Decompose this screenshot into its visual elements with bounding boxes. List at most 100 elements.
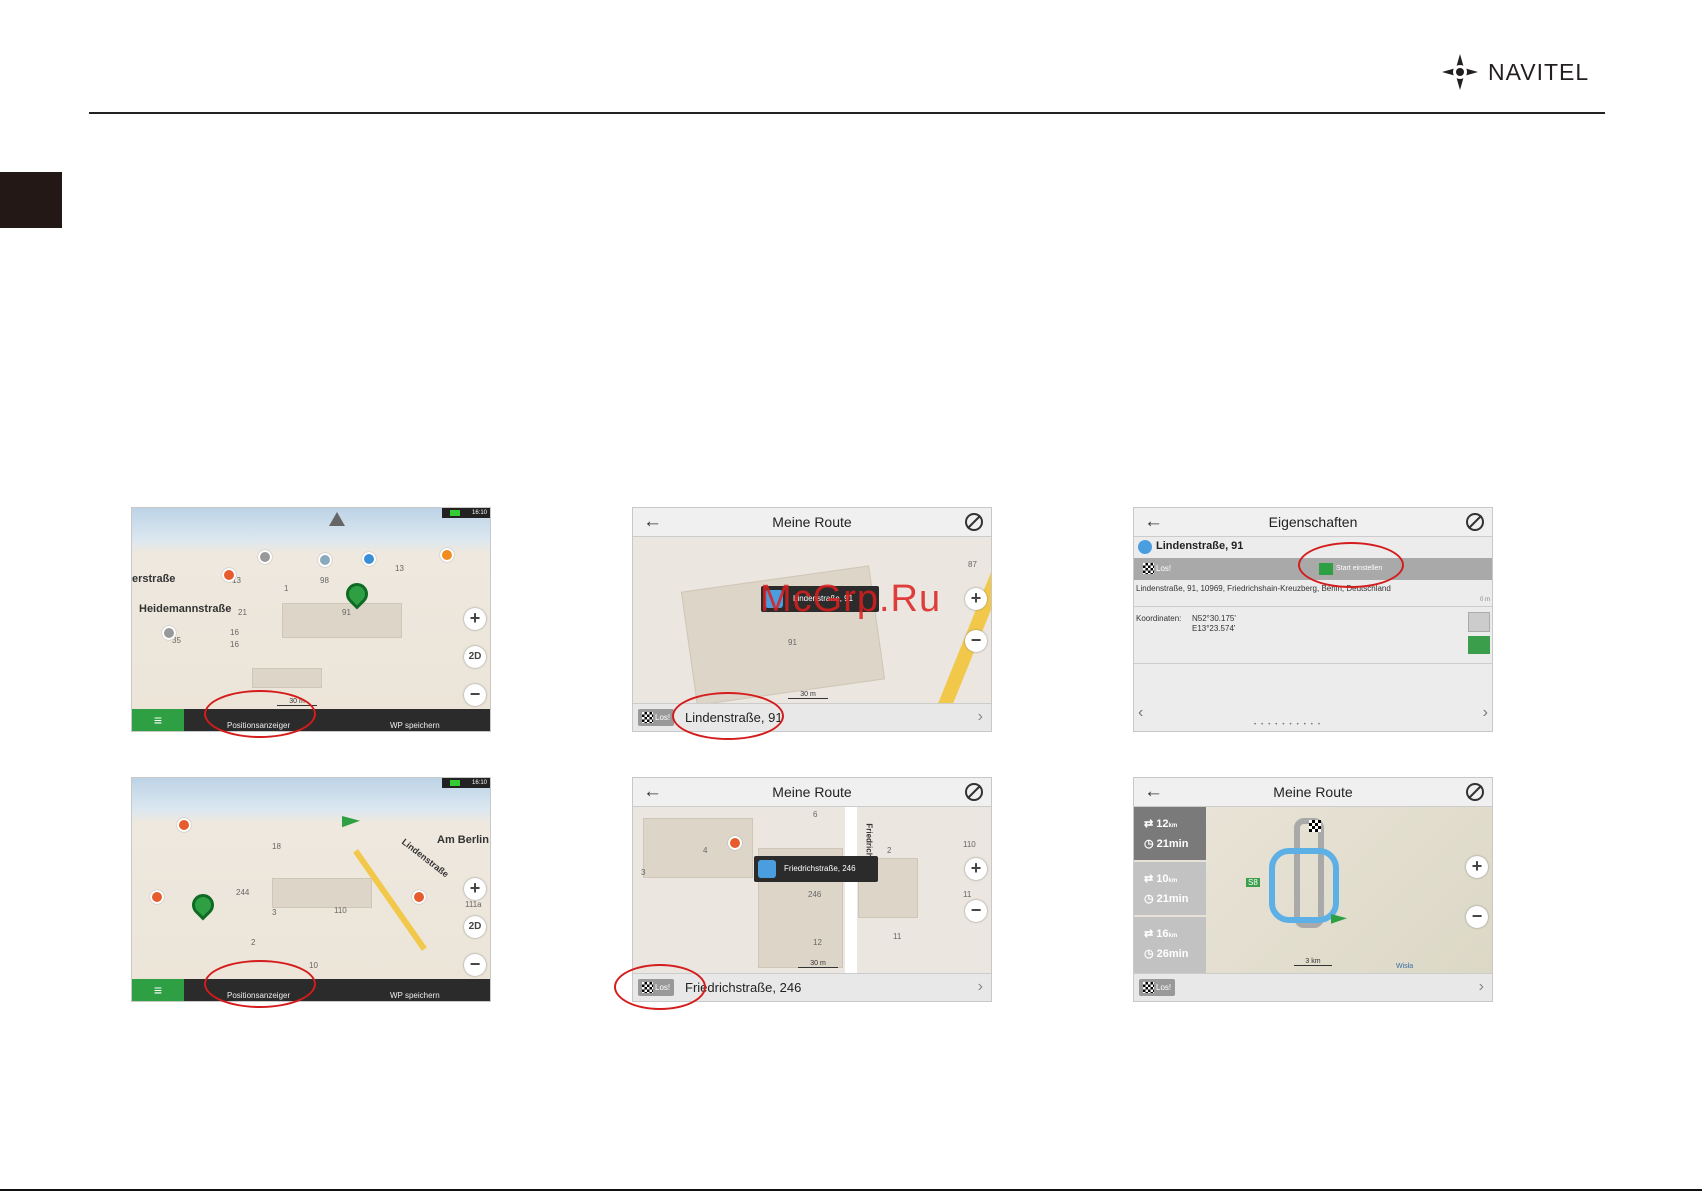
house-number: 11 <box>963 890 972 899</box>
highlight-oval <box>204 960 316 1008</box>
chevron-right-icon[interactable]: › <box>1479 978 1484 996</box>
bubble-text: Friedrichstraße, 246 <box>784 864 856 873</box>
position-marker-icon[interactable] <box>187 889 219 921</box>
highlight-oval <box>204 690 316 738</box>
zoom-in-button[interactable]: + <box>965 858 987 880</box>
cancel-route-icon[interactable] <box>965 783 983 801</box>
route-option-2[interactable]: ⇄ 10km ◷ 21min <box>1134 862 1206 915</box>
home-icon <box>1138 540 1152 554</box>
poi-icon[interactable] <box>162 626 176 640</box>
header: ← Meine Route <box>633 778 991 807</box>
compass-icon[interactable] <box>329 512 345 526</box>
river-label: Wisła <box>1396 963 1414 970</box>
chevron-right-icon[interactable]: › <box>978 978 983 996</box>
chevron-right-icon[interactable]: › <box>978 708 983 726</box>
zoom-out-button[interactable]: − <box>1466 906 1488 928</box>
poi-icon[interactable] <box>150 890 164 904</box>
latitude: N52°30.175' <box>1192 614 1236 623</box>
message-icon[interactable] <box>1468 636 1490 654</box>
page-dots: •••••••••• <box>1254 722 1326 728</box>
house-number: 87 <box>968 560 977 569</box>
zoom-in-button[interactable]: + <box>464 608 486 630</box>
house-number: 110 <box>963 840 976 849</box>
header: ← Meine Route <box>633 508 991 537</box>
view-2d-button[interactable]: 2D <box>464 646 486 668</box>
zoom-out-button[interactable]: − <box>464 684 486 706</box>
house-number: 12 <box>813 938 822 947</box>
zoom-in-button[interactable]: + <box>1466 856 1488 878</box>
view-2d-button[interactable]: 2D <box>464 916 486 938</box>
poi-icon[interactable] <box>318 553 332 567</box>
wp-speichern-button[interactable]: WP speichern <box>390 991 440 1000</box>
watermark: McGrp.Ru <box>760 578 942 620</box>
map-scale: 30 m <box>798 960 838 968</box>
clock-icon: ◷ <box>1144 893 1157 905</box>
house-number: 13 <box>395 564 404 573</box>
cancel-route-icon[interactable] <box>1466 783 1484 801</box>
coordinates-label: Koordinaten: <box>1136 614 1182 623</box>
screenshot-eigenschaften: ← Eigenschaften Lindenstraße, 91 Los! St… <box>1133 507 1493 732</box>
route-icon: ⇄ <box>1144 928 1157 940</box>
route-option-1[interactable]: ⇄ 12km ◷ 21min <box>1134 807 1206 860</box>
header: ← Eigenschaften <box>1134 508 1492 537</box>
clock-icon: ◷ <box>1144 838 1157 850</box>
house-number: 6 <box>813 810 818 819</box>
poi-icon[interactable] <box>728 836 742 850</box>
overview-map <box>1206 807 1492 975</box>
navitel-logo: NAVITEL <box>1440 52 1589 92</box>
house-number: 18 <box>272 842 281 851</box>
cancel-route-icon[interactable] <box>965 513 983 531</box>
house-number: 91 <box>342 608 351 617</box>
battery-icon <box>450 780 460 786</box>
los-button[interactable]: Los! <box>638 709 674 726</box>
los-button[interactable]: Los! <box>1139 979 1175 996</box>
poi-icon[interactable] <box>258 550 272 564</box>
side-tab <box>0 172 62 228</box>
screen-title: Eigenschaften <box>1268 514 1358 530</box>
location-bubble[interactable]: Friedrichstraße, 246 <box>754 856 878 882</box>
place-name: Lindenstraße, 91 <box>1156 540 1244 552</box>
route-distance: 16 <box>1156 928 1169 940</box>
highlight-oval <box>672 692 784 740</box>
navitel-star-icon <box>1442 54 1478 90</box>
zoom-in-button[interactable]: + <box>965 588 987 610</box>
map-scale: 3 km <box>1294 958 1332 966</box>
wp-speichern-button[interactable]: WP speichern <box>390 721 440 730</box>
road <box>845 807 857 977</box>
divider <box>1134 606 1492 607</box>
house-number: 246 <box>808 890 822 899</box>
highlight-oval <box>1298 542 1404 588</box>
zoom-out-button[interactable]: − <box>464 954 486 976</box>
chevron-right-icon[interactable]: › <box>1483 704 1488 722</box>
house-number: 244 <box>236 888 250 897</box>
house-number: 21 <box>238 608 247 617</box>
restaurant-poi-icon[interactable] <box>222 568 236 582</box>
house-number: 11 <box>893 932 902 941</box>
street-label: Am Berlin <box>437 834 489 846</box>
house-number: 16 <box>230 640 239 649</box>
zoom-out-button[interactable]: − <box>965 900 987 922</box>
route-icon: ⇄ <box>1144 873 1157 885</box>
house-number: 1 <box>284 584 289 593</box>
poi-icon[interactable] <box>362 552 376 566</box>
cancel-route-icon[interactable] <box>1466 513 1484 531</box>
menu-button[interactable]: ≡ <box>132 709 184 731</box>
clock-icon: ◷ <box>1144 948 1157 960</box>
poi-icon[interactable] <box>177 818 191 832</box>
checkered-flag-icon <box>1143 982 1154 993</box>
zoom-in-button[interactable]: + <box>464 878 486 900</box>
screenshot-map-2: 16:10 Am Berlin Lindenstraße 18 244 3 11… <box>131 777 491 1002</box>
clock-time: 16:10 <box>471 780 487 786</box>
poi-icon[interactable] <box>412 890 426 904</box>
phone-icon[interactable] <box>1468 612 1490 632</box>
los-label: Los! <box>655 713 671 722</box>
menu-button[interactable]: ≡ <box>132 979 184 1001</box>
poi-icon[interactable] <box>440 548 454 562</box>
house-number: 3 <box>641 868 646 877</box>
chevron-left-icon[interactable]: ‹ <box>1138 704 1143 722</box>
los-button[interactable]: Los! <box>1139 560 1175 577</box>
route-option-3[interactable]: ⇄ 16km ◷ 26min <box>1134 917 1206 975</box>
route-distance: 12 <box>1156 818 1169 830</box>
zoom-out-button[interactable]: − <box>965 630 987 652</box>
screen-title: Meine Route <box>772 514 852 530</box>
